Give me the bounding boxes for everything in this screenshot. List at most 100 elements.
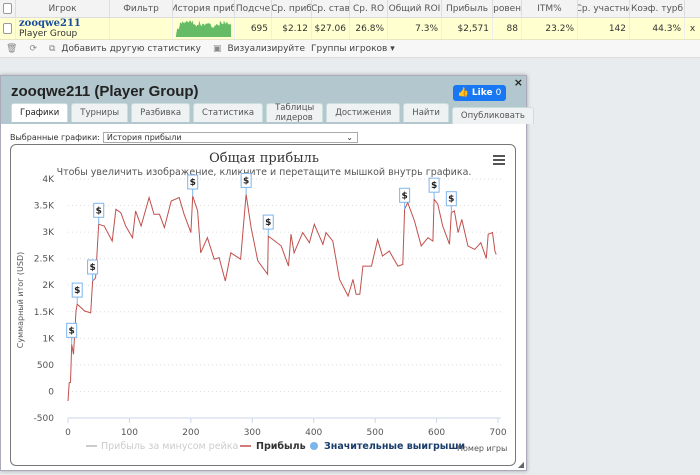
cell-itm: 23.2% [522,18,578,39]
thumbs-up-icon: 👍 [457,88,469,98]
chart-select-value: История прибыли [106,133,182,142]
col-itm[interactable]: ITM% [522,0,578,17]
image-icon: ▣ [212,43,222,54]
profit-chart[interactable]: Общая прибыль Чтобы увеличить изображение… [10,144,516,466]
col-turbo[interactable]: Коэф. турб [630,0,685,17]
y-tick-label: 0 [48,387,54,397]
tab-achievements[interactable]: Достижения [326,103,401,122]
big-win-label: $ [431,181,437,191]
visualize-button[interactable]: Визуализируйте [227,44,305,54]
dialog-tabs: Графики Турниры Разбивка Статистика Табл… [11,103,534,124]
y-tick-label: 1K [42,334,55,344]
y-tick-label: 2K [42,281,55,291]
y-tick-label: 2.5K [34,255,55,265]
x-tick-label: 500 [367,428,384,438]
x-tick-label: 100 [121,428,138,438]
big-win-label: $ [448,195,454,205]
profit-sparkline [173,18,235,39]
refresh-icon[interactable]: ⟳ [29,44,37,54]
x-axis-label: Номер игры [457,444,507,453]
y-tick-label: 3K [42,228,55,238]
selected-charts-label: Выбранные графики: [10,133,100,142]
chart-svg[interactable]: Общая прибыльЧтобы увеличить изображение… [11,145,517,467]
player-dialog: zooqwe211 (Player Group) 👍 Like 0 × График… [0,75,534,471]
legend-big-wins: Значительные выигрыши [324,441,465,452]
cell-avg-entrants: 142 [578,18,630,39]
legend-profit: Прибыль [256,441,306,452]
big-win-label: $ [265,218,271,228]
dialog-title: zooqwe211 (Player Group) [11,83,199,100]
like-label: Like [471,88,493,98]
y-tick-label: 4K [42,175,55,185]
col-level[interactable]: Уровень [493,0,522,17]
menu-icon[interactable] [493,155,505,165]
trash-icon[interactable]: 🗑 [6,44,17,54]
tab-breakdown[interactable]: Разбивка [131,103,191,122]
copy-icon: ⧉ [48,43,56,54]
table-header: Игрок Фильтр История приб Подсче Ср. при… [0,0,700,18]
caret-down-icon: ▾ [390,43,395,54]
y-tick-label: 3.5K [34,202,55,212]
big-win-label: $ [69,326,75,336]
cell-turbo: 44.3% [630,18,685,39]
y-tick-label: 1.5K [34,308,55,318]
col-avg-roi[interactable]: Ср. RO [350,0,388,17]
table-row: zooqwe211 Player Group 695 $2.12 $27.06 … [0,18,700,40]
x-tick-label: 0 [65,428,71,438]
col-total-roi[interactable]: Общий ROI [388,0,442,17]
big-win-label: $ [74,286,80,296]
col-player[interactable]: Игрок [16,0,110,17]
big-win-label: $ [401,191,407,201]
cell-level: 88 [493,18,522,39]
tab-tournaments[interactable]: Турниры [71,103,129,122]
chart-subtitle: Чтобы увеличить изображение, кликните и … [57,167,472,178]
menu-icon-bar [493,163,505,165]
tab-publish[interactable]: Опубликовать [451,107,534,124]
menu-icon-bar [493,159,505,161]
remove-row-button[interactable]: x [685,18,700,39]
col-avg-profit[interactable]: Ср. приб [272,0,312,17]
col-avg-entrants[interactable]: Ср. участни [578,0,630,17]
player-groups-label: Группы игроков [311,43,388,54]
tab-statistics[interactable]: Статистика [193,103,264,122]
x-tick-label: 400 [305,428,322,438]
chevron-down-icon: ⌄ [346,133,353,142]
x-tick-label: 700 [489,428,506,438]
menu-icon-bar [493,155,505,157]
big-win-label: $ [89,263,95,273]
stats-table: Игрок Фильтр История приб Подсче Ср. при… [0,0,700,58]
close-icon[interactable]: × [514,76,523,89]
cell-avg-stake: $27.06 [312,18,350,39]
tab-leaderboards[interactable]: Таблицы лидеров [266,103,324,123]
col-profit[interactable]: Прибыль [442,0,493,17]
col-filter[interactable]: Фильтр [110,0,173,17]
tab-charts[interactable]: Графики [11,103,69,122]
like-count: 0 [495,88,502,98]
chart-select[interactable]: История прибыли ⌄ [102,132,358,143]
select-all-checkbox[interactable] [0,0,16,17]
col-count[interactable]: Подсче [235,0,272,17]
row-checkbox[interactable] [0,18,16,39]
tab-find[interactable]: Найти [403,103,449,122]
x-tick-label: 200 [182,428,199,438]
y-axis-label: Суммарный итог (USD) [16,252,25,349]
x-tick-label: 300 [244,428,261,438]
cell-total-roi: 7.3% [388,18,442,39]
player-groups-dropdown[interactable]: Группы игроков ▾ [311,44,395,54]
dialog-header: zooqwe211 (Player Group) 👍 Like 0 × График… [1,76,534,124]
cell-avg-profit: $2.12 [272,18,312,39]
chart-title: Общая прибыль [209,151,319,166]
table-toolbar: 🗑 ⟳ ⧉ Добавить другую статистику ▣ Визуа… [0,40,700,58]
sparkline-area [176,20,231,37]
resize-grip-icon[interactable]: ◢ [518,460,524,469]
big-win-label: $ [190,178,196,188]
add-stat-button[interactable]: Добавить другую статистику [61,44,201,54]
y-tick-label: 500 [37,361,54,371]
legend-bigwin-swatch [310,442,318,450]
facebook-like-button[interactable]: 👍 Like 0 [453,85,506,101]
cell-count: 695 [235,18,272,39]
cell-avg-roi: 26.8% [350,18,388,39]
col-avg-stake[interactable]: Ср. став [312,0,350,17]
player-link[interactable]: zooqwe211 [19,18,81,29]
col-history[interactable]: История приб [173,0,235,17]
